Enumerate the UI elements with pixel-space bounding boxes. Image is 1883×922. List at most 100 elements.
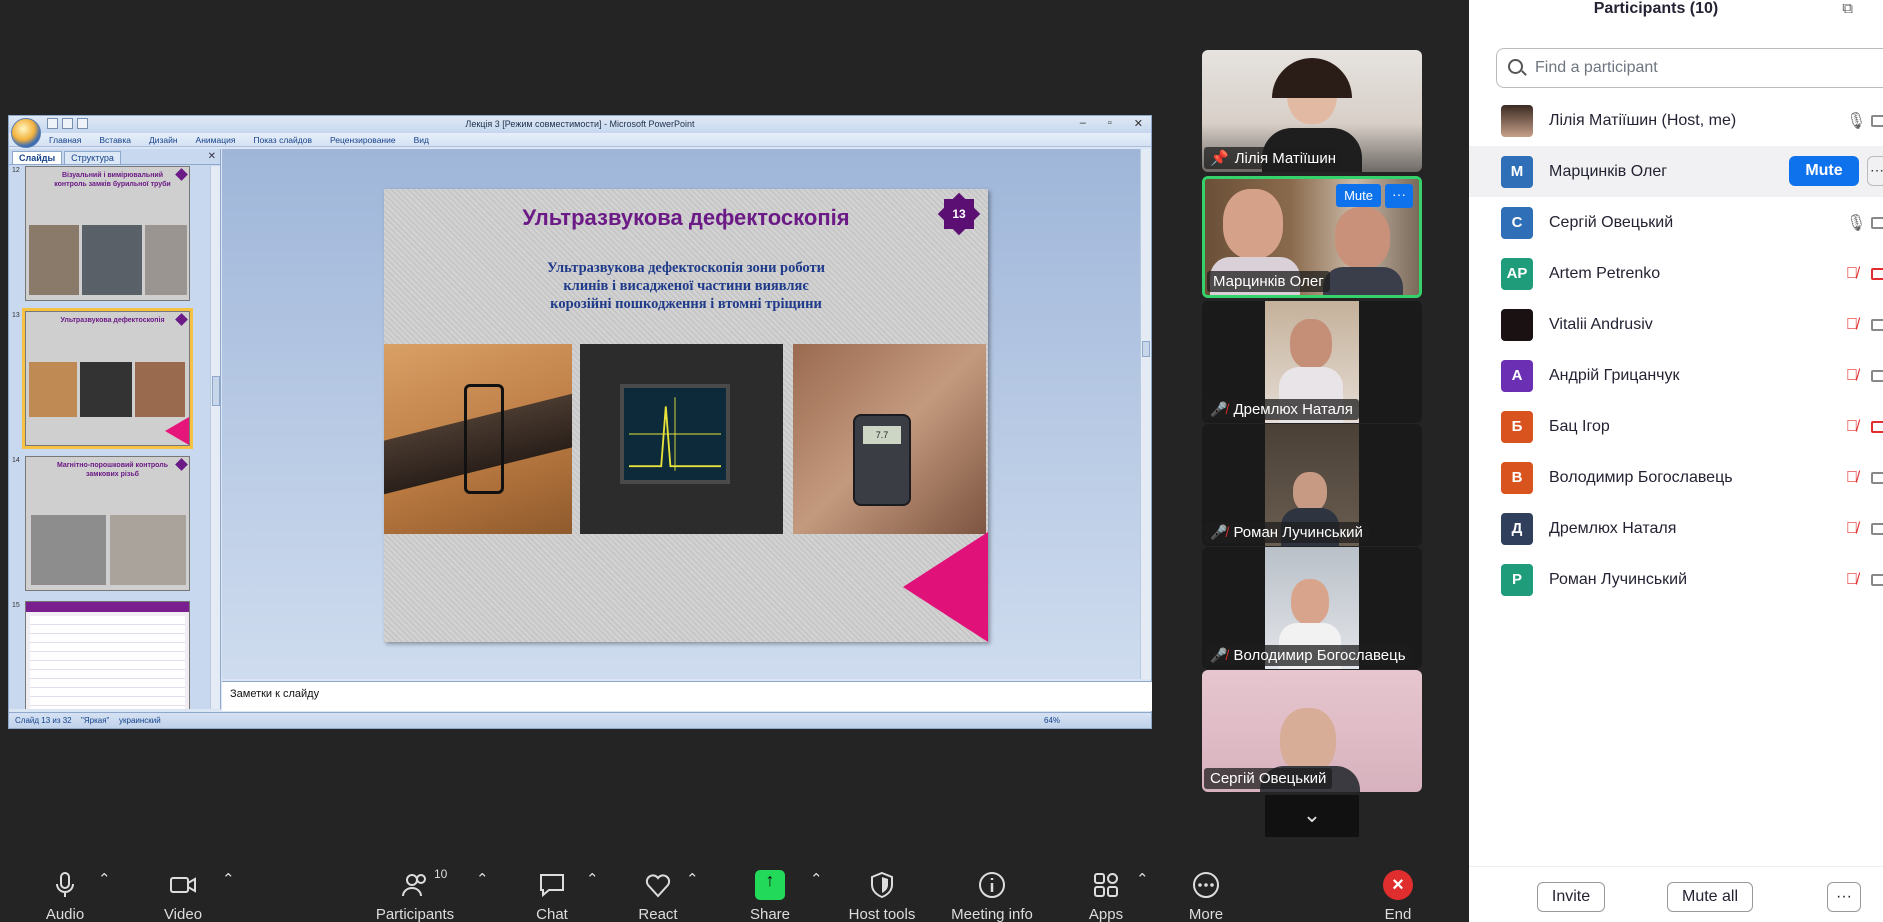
slide-thumbnail[interactable]: 12 Візуальний і вимірювальний контроль з… <box>12 166 190 301</box>
participant-row[interactable]: Д Дремлюх Наталя 🎙̸ <box>1469 503 1883 554</box>
camera-icon[interactable] <box>1871 573 1883 586</box>
ribbon-tab-insert[interactable]: Вставка <box>99 133 131 147</box>
participant-more-button[interactable]: ⋯ <box>1867 156 1883 186</box>
participant-row[interactable]: Лілія Матіїшин (Host, me) 🎙 <box>1469 95 1883 146</box>
host-tools-button[interactable]: Host tools <box>846 870 918 922</box>
panel-title: Participants (10) <box>1593 0 1719 17</box>
mic-off-icon[interactable]: 🎙̸ <box>1846 418 1858 436</box>
share-options-caret[interactable]: ⌃ <box>810 870 823 888</box>
slide-thumbnail[interactable]: 14 Магнітно-порошковий контроль замкових… <box>12 456 190 591</box>
thumbnail-title: Магнітно-порошковий контроль замкових рі… <box>56 462 169 478</box>
end-meeting-button[interactable]: × End <box>1378 870 1418 922</box>
video-tile[interactable]: 🎤̸ Дремлюх Наталя <box>1202 301 1422 423</box>
scrollbar-thumb[interactable] <box>1142 341 1150 357</box>
audio-button[interactable]: Audio <box>40 870 90 922</box>
video-tile[interactable]: 📌 Лілія Матіїшин <box>1202 50 1422 172</box>
panel-more-button[interactable]: ··· <box>1827 882 1861 912</box>
minimize-icon[interactable]: – <box>1080 117 1086 130</box>
mic-off-icon[interactable]: 🎙̸ <box>1846 520 1858 538</box>
thumbnail-image <box>29 225 79 295</box>
invite-button[interactable]: Invite <box>1537 882 1605 912</box>
apps-options-caret[interactable]: ⌃ <box>1136 870 1149 888</box>
chat-button[interactable]: Chat <box>530 870 574 922</box>
avatar: Д <box>1501 512 1533 545</box>
mic-off-icon[interactable]: 🎙̸ <box>1846 265 1858 283</box>
close-icon[interactable]: ✕ <box>1134 117 1143 130</box>
office-button[interactable] <box>11 118 41 148</box>
tab-slides[interactable]: Слайды <box>12 151 63 164</box>
apps-button[interactable]: Apps <box>1084 870 1128 922</box>
audio-options-caret[interactable]: ⌃ <box>98 870 111 888</box>
gallery-scroll-down-button[interactable]: ⌄ <box>1265 795 1359 837</box>
notes-pane[interactable]: Заметки к слайду <box>222 681 1152 711</box>
camera-icon[interactable] <box>1871 522 1883 535</box>
participant-row[interactable]: C Сергій Овецький 🎙 <box>1469 197 1883 248</box>
pane-scrollbar[interactable] <box>210 166 220 709</box>
chat-options-caret[interactable]: ⌃ <box>586 870 599 888</box>
camera-icon[interactable] <box>1871 114 1883 127</box>
video-tile[interactable]: 🎤̸ Роман Лучинський <box>1202 424 1422 546</box>
video-button[interactable]: Video <box>158 870 208 922</box>
participant-row[interactable]: Vitalii Andrusiv 🎙̸ <box>1469 299 1883 350</box>
camera-off-icon[interactable] <box>1871 267 1883 280</box>
participant-row[interactable]: A Андрій Грицанчук 🎙̸ <box>1469 350 1883 401</box>
scrollbar-thumb[interactable] <box>212 376 220 406</box>
canvas-scrollbar[interactable] <box>1140 149 1151 679</box>
ribbon-tab-home[interactable]: Главная <box>49 133 81 147</box>
mic-off-icon[interactable]: 🎙̸ <box>1846 469 1858 487</box>
participants-options-caret[interactable]: ⌃ <box>476 870 489 888</box>
pane-close-icon[interactable]: ✕ <box>208 151 216 162</box>
camera-off-icon[interactable] <box>1871 420 1883 433</box>
pp-title-bar: Лекція 3 [Режим совместимости] - Microso… <box>9 116 1151 148</box>
pane-tabs: Слайды Структура <box>9 149 220 165</box>
mic-off-icon[interactable]: 🎙̸ <box>1846 316 1858 334</box>
mic-off-icon[interactable]: 🎙̸ <box>1846 571 1858 589</box>
participant-row[interactable]: Б Бац Ігор 🎙̸ <box>1469 401 1883 452</box>
camera-icon[interactable] <box>1871 216 1883 229</box>
tab-outline[interactable]: Структура <box>64 151 121 164</box>
tile-mute-button[interactable]: Mute <box>1336 184 1381 207</box>
video-tile[interactable]: Сергій Овецький <box>1202 670 1422 792</box>
ribbon-tab-review[interactable]: Рецензирование <box>330 133 396 147</box>
ribbon-tab-view[interactable]: Вид <box>414 133 429 147</box>
maximize-icon[interactable]: ▫ <box>1108 117 1112 130</box>
react-options-caret[interactable]: ⌃ <box>686 870 699 888</box>
mute-participant-button[interactable]: Mute <box>1789 156 1859 186</box>
mute-all-button[interactable]: Mute all <box>1667 882 1753 912</box>
mic-icon[interactable]: 🎙 <box>1846 213 1866 233</box>
share-button[interactable]: ↑ Share <box>748 870 792 922</box>
video-options-caret[interactable]: ⌃ <box>222 870 235 888</box>
ribbon-tab-slideshow[interactable]: Показ слайдов <box>253 133 312 147</box>
slide-thumbnail[interactable]: 15 <box>12 601 190 709</box>
participants-button[interactable]: 10 Participants <box>370 867 460 922</box>
video-tile-active-speaker[interactable]: Mute ··· Марцинків Олег <box>1202 176 1422 298</box>
ribbon-tab-design[interactable]: Дизайн <box>149 133 178 147</box>
mic-off-icon[interactable]: 🎙̸ <box>1846 367 1858 385</box>
participant-name: Дремлюх Наталя <box>1549 519 1677 537</box>
participant-name: Лілія Матіїшин (Host, me) <box>1549 111 1737 129</box>
tile-more-button[interactable]: ··· <box>1385 184 1413 208</box>
mic-off-icon: 🎤̸ <box>1210 401 1228 417</box>
camera-icon[interactable] <box>1871 318 1883 331</box>
detector-screen <box>620 384 730 484</box>
participant-row[interactable]: M Марцинків Олег Mute ⋯ <box>1469 146 1883 197</box>
more-button[interactable]: More <box>1184 870 1228 922</box>
slide-thumbnail-selected[interactable]: 13 Ультразвукова дефектоскопія <box>12 308 193 449</box>
flaw-detector-photo <box>580 344 783 534</box>
video-tile[interactable]: 🎤̸ Володимир Богославець <box>1202 547 1422 669</box>
meeting-info-button[interactable]: Meeting info <box>948 870 1036 922</box>
apps-label: Apps <box>1088 906 1124 922</box>
search-input[interactable]: Find a participant <box>1496 48 1883 88</box>
thickness-gauge-photo: 7.7 <box>793 344 986 534</box>
camera-icon[interactable] <box>1871 471 1883 484</box>
react-button[interactable]: React <box>636 870 680 922</box>
gauge-display: 7.7 <box>863 426 901 444</box>
popout-icon[interactable]: ⧉ <box>1842 0 1853 17</box>
mic-icon[interactable]: 🎙 <box>1846 111 1866 131</box>
participant-row[interactable]: B Володимир Богославець 🎙̸ <box>1469 452 1883 503</box>
pp-ribbon-tabs: Главная Вставка Дизайн Анимация Показ сл… <box>9 133 1151 147</box>
camera-icon[interactable] <box>1871 369 1883 382</box>
participant-row[interactable]: P Роман Лучинський 🎙̸ <box>1469 554 1883 605</box>
participant-row[interactable]: AP Artem Petrenko 🎙̸ <box>1469 248 1883 299</box>
ribbon-tab-animation[interactable]: Анимация <box>196 133 236 147</box>
